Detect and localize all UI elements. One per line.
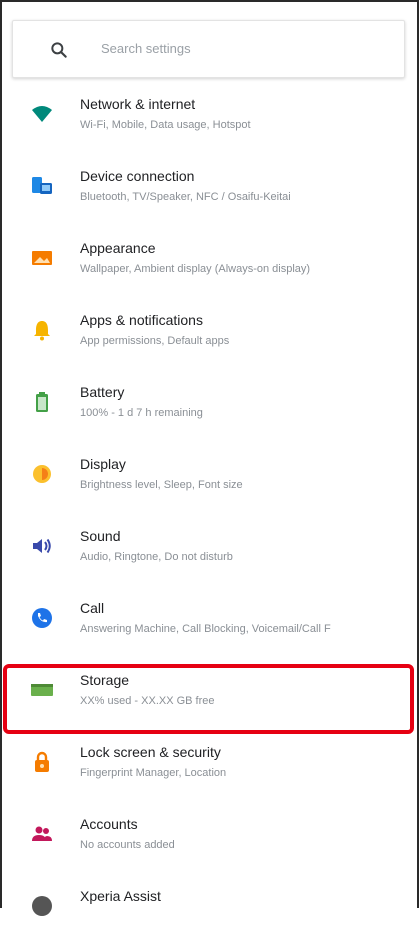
call-icon <box>32 608 52 628</box>
item-title: Device connection <box>80 168 195 184</box>
item-title: Battery <box>80 384 125 400</box>
apps-icon <box>34 321 50 341</box>
device-connection-icon <box>32 177 52 194</box>
wifi-icon <box>32 106 52 122</box>
xperia-assist-icon <box>32 896 52 916</box>
item-title: Accounts <box>80 816 138 832</box>
settings-item-apps[interactable]: Apps & notifications App permissions, De… <box>0 296 419 368</box>
settings-item-device-connection[interactable]: Device connection Bluetooth, TV/Speaker,… <box>0 152 419 224</box>
display-icon <box>33 465 51 483</box>
settings-item-sound[interactable]: Sound Audio, Ringtone, Do not disturb <box>0 512 419 584</box>
item-subtitle: Wallpaper, Ambient display (Always-on di… <box>80 263 311 275</box>
item-title: Network & internet <box>80 96 196 112</box>
settings-item-network[interactable]: Network & internet Wi-Fi, Mobile, Data u… <box>0 80 419 152</box>
item-title: Lock screen & security <box>80 744 221 760</box>
accounts-icon <box>32 826 52 841</box>
item-title: Apps & notifications <box>80 312 203 328</box>
settings-item-battery[interactable]: Battery 100% - 1 d 7 h remaining <box>0 368 419 440</box>
item-subtitle: Bluetooth, TV/Speaker, NFC / Osaifu-Keit… <box>80 191 291 203</box>
item-subtitle: Audio, Ringtone, Do not disturb <box>80 551 233 563</box>
item-subtitle: No accounts added <box>80 839 175 851</box>
storage-highlight-frame <box>3 664 414 734</box>
item-subtitle: Brightness level, Sleep, Font size <box>80 479 243 491</box>
settings-item-appearance[interactable]: Appearance Wallpaper, Ambient display (A… <box>0 224 419 296</box>
item-title: Call <box>80 600 105 616</box>
sound-icon <box>33 538 51 554</box>
item-subtitle: Wi-Fi, Mobile, Data usage, Hotspot <box>80 119 251 131</box>
item-title: Appearance <box>80 240 156 256</box>
item-title: Xperia Assist <box>80 888 161 904</box>
settings-item-display[interactable]: Display Brightness level, Sleep, Font si… <box>0 440 419 512</box>
settings-item-lock-screen[interactable]: Lock screen & security Fingerprint Manag… <box>0 728 419 800</box>
settings-item-xperia-assist[interactable]: Xperia Assist <box>0 872 419 944</box>
item-subtitle: App permissions, Default apps <box>80 335 230 347</box>
item-title: Sound <box>80 528 121 544</box>
settings-item-call[interactable]: Call Answering Machine, Call Blocking, V… <box>0 584 419 656</box>
item-subtitle: 100% - 1 d 7 h remaining <box>80 407 203 419</box>
item-subtitle: Answering Machine, Call Blocking, Voicem… <box>80 623 331 635</box>
appearance-icon <box>32 251 52 265</box>
settings-item-accounts[interactable]: Accounts No accounts added <box>0 800 419 872</box>
item-title: Display <box>80 456 126 472</box>
search-placeholder: Search settings <box>101 41 191 56</box>
lock-icon <box>35 751 49 772</box>
search-bar[interactable]: Search settings <box>12 20 405 78</box>
item-subtitle: Fingerprint Manager, Location <box>80 767 227 779</box>
battery-icon <box>36 392 48 412</box>
search-icon <box>51 42 67 58</box>
